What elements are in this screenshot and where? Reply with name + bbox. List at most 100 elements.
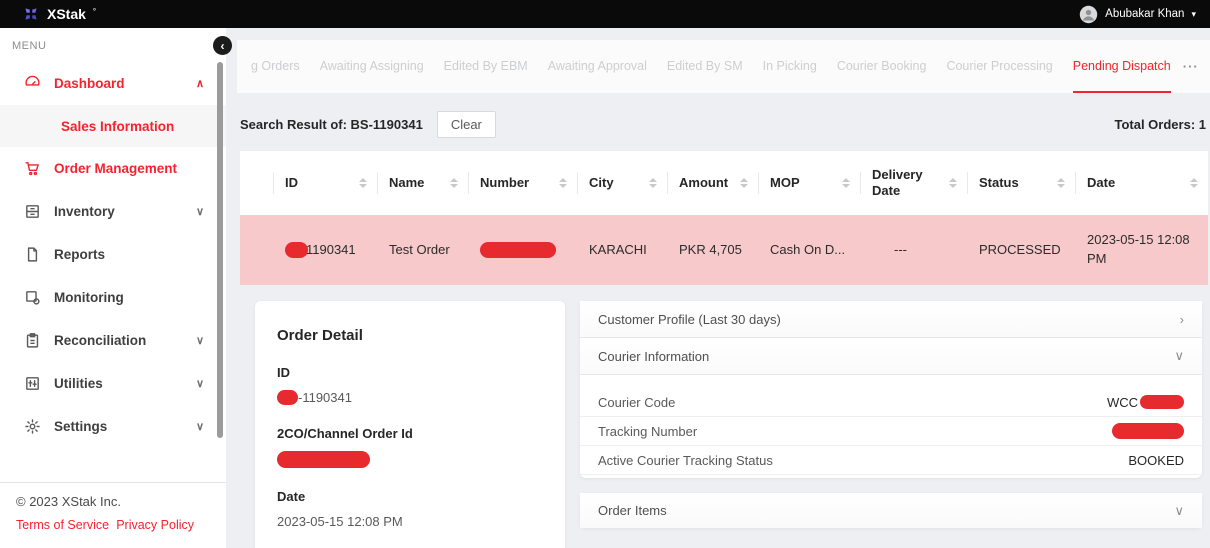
sort-icon[interactable]: [1051, 178, 1065, 188]
sort-icon[interactable]: [836, 178, 850, 188]
chevron-down-icon: ∨: [196, 420, 204, 433]
dashboard-icon: [24, 75, 41, 92]
accordion-customer-profile[interactable]: Customer Profile (Last 30 days) ›: [580, 301, 1202, 338]
brand-trademark: °: [93, 7, 96, 16]
chevron-down-icon: ∨: [196, 334, 204, 347]
user-menu[interactable]: Abubakar Khan ▾: [1079, 5, 1196, 24]
tab-pending-orders[interactable]: g Orders: [251, 40, 300, 93]
tracking-status-label: Active Courier Tracking Status: [598, 453, 773, 468]
sort-icon[interactable]: [1184, 178, 1198, 188]
sidebar-item-label: Reconciliation: [54, 333, 146, 348]
terms-of-service-link[interactable]: Terms of Service: [16, 518, 109, 532]
tracking-status-value: BOOKED: [1128, 453, 1184, 468]
report-document-icon: [24, 246, 41, 263]
order-status-tabs: g Orders Awaiting Assigning Edited By EB…: [237, 40, 1210, 93]
channel-order-id-value: [277, 451, 543, 468]
sidebar: MENU Dashboard ∧ Sales Information Order…: [0, 28, 226, 548]
sidebar-item-reports[interactable]: Reports: [0, 233, 226, 276]
privacy-policy-link[interactable]: Privacy Policy: [116, 518, 194, 532]
tab-courier-processing[interactable]: Courier Processing: [946, 40, 1052, 93]
tab-awaiting-approval[interactable]: Awaiting Approval: [548, 40, 647, 93]
tab-edited-by-sm[interactable]: Edited By SM: [667, 40, 743, 93]
tab-in-picking[interactable]: In Picking: [763, 40, 817, 93]
redaction-blob: [285, 242, 308, 258]
orders-table: ID Name Number City Amount: [240, 151, 1208, 285]
sort-icon[interactable]: [643, 178, 657, 188]
sidebar-footer: © 2023 XStak Inc. Terms of Service Priva…: [0, 482, 226, 548]
courier-code-label: Courier Code: [598, 395, 675, 410]
column-header-number: Number: [468, 151, 577, 215]
column-header-date: Date: [1075, 151, 1208, 215]
sort-icon[interactable]: [353, 178, 367, 188]
cell-delivery-date: ---: [860, 241, 967, 260]
chevron-right-icon: ›: [1180, 312, 1184, 327]
brand-logo: XStak °: [22, 5, 96, 23]
more-tabs-icon[interactable]: ···: [1183, 40, 1199, 93]
accordion-courier-information[interactable]: Courier Information ∨: [580, 338, 1202, 375]
app-window: XStak ° Abubakar Khan ▾ MENU Dashboard ∧: [0, 0, 1210, 548]
menu-section-label: MENU: [0, 28, 226, 62]
topbar: XStak ° Abubakar Khan ▾: [0, 0, 1210, 28]
sidebar-item-order-management[interactable]: Order Management: [0, 147, 226, 190]
redaction-blob: [480, 242, 556, 258]
sliders-icon: [24, 375, 41, 392]
clear-search-button[interactable]: Clear: [437, 111, 496, 138]
sidebar-item-settings[interactable]: Settings ∨: [0, 405, 226, 448]
sidebar-item-utilities[interactable]: Utilities ∨: [0, 362, 226, 405]
search-result-bar: Search Result of: BS-1190341 Clear Total…: [240, 107, 1207, 141]
id-value: -1190341: [277, 390, 543, 405]
sidebar-item-inventory[interactable]: Inventory ∨: [0, 190, 226, 233]
avatar-icon: [1079, 5, 1098, 24]
cart-icon: [24, 160, 41, 177]
collapse-left-icon: ‹: [221, 39, 225, 53]
table-header-row: ID Name Number City Amount: [240, 151, 1208, 215]
tab-awaiting-assigning[interactable]: Awaiting Assigning: [320, 40, 424, 93]
sidebar-item-label: Reports: [54, 247, 105, 262]
sidebar-item-label: Monitoring: [54, 290, 124, 305]
column-header-delivery-date: Delivery Date: [860, 151, 967, 215]
sort-icon[interactable]: [553, 178, 567, 188]
column-header-mop: MOP: [758, 151, 860, 215]
chevron-down-icon: ∨: [1174, 348, 1184, 364]
courier-code-row: Courier Code WCC: [580, 388, 1202, 417]
order-info-column: Customer Profile (Last 30 days) › Courie…: [580, 301, 1202, 528]
column-header-id: ID: [273, 151, 377, 215]
sort-icon[interactable]: [734, 178, 748, 188]
order-table-row[interactable]: 1190341 Test Order KARACHI PKR 4,705 Cas…: [240, 215, 1208, 285]
inventory-icon: [24, 203, 41, 220]
sidebar-item-monitoring[interactable]: Monitoring: [0, 276, 226, 319]
sidebar-item-reconciliation[interactable]: Reconciliation ∨: [0, 319, 226, 362]
sort-icon[interactable]: [444, 178, 458, 188]
sidebar-item-label: Inventory: [54, 204, 115, 219]
gear-icon: [24, 418, 41, 435]
main-content: g Orders Awaiting Assigning Edited By EB…: [226, 28, 1210, 548]
tracking-number-row: Tracking Number: [580, 417, 1202, 446]
sidebar-subitem-label: Sales Information: [61, 119, 174, 134]
accordion-order-items[interactable]: Order Items ∨: [580, 493, 1202, 528]
order-detail-card: Order Detail ID -1190341 2CO/Channel Ord…: [255, 301, 565, 548]
date-label: Date: [277, 489, 543, 504]
redaction-blob: [277, 390, 298, 405]
id-label: ID: [277, 365, 543, 380]
tab-edited-by-ebm[interactable]: Edited By EBM: [444, 40, 528, 93]
total-orders-count: Total Orders: 1: [1114, 117, 1207, 132]
courier-information-body: Courier Code WCC Tracking Number: [580, 375, 1202, 478]
order-detail-title: Order Detail: [277, 327, 543, 344]
cell-id: 1190341: [273, 241, 377, 260]
tab-pending-dispatch[interactable]: Pending Dispatch: [1073, 40, 1171, 93]
sidebar-item-dashboard[interactable]: Dashboard ∧: [0, 62, 226, 105]
copyright-text: © 2023 XStak Inc.: [16, 494, 208, 509]
monitoring-icon: [24, 289, 41, 306]
tab-courier-booking[interactable]: Courier Booking: [837, 40, 927, 93]
sidebar-item-sales-information[interactable]: Sales Information: [0, 105, 226, 147]
order-detail-section: Order Detail ID -1190341 2CO/Channel Ord…: [255, 301, 1210, 548]
cell-status: PROCESSED: [967, 241, 1075, 260]
tracking-number-label: Tracking Number: [598, 424, 697, 439]
sidebar-collapse-button[interactable]: ‹: [213, 36, 232, 55]
cell-number: [468, 242, 577, 258]
sidebar-item-label: Settings: [54, 419, 107, 434]
sort-icon[interactable]: [943, 178, 957, 188]
courier-info-card: Customer Profile (Last 30 days) › Courie…: [580, 301, 1202, 478]
sidebar-scrollbar[interactable]: [217, 62, 223, 438]
column-header-name: Name: [377, 151, 468, 215]
